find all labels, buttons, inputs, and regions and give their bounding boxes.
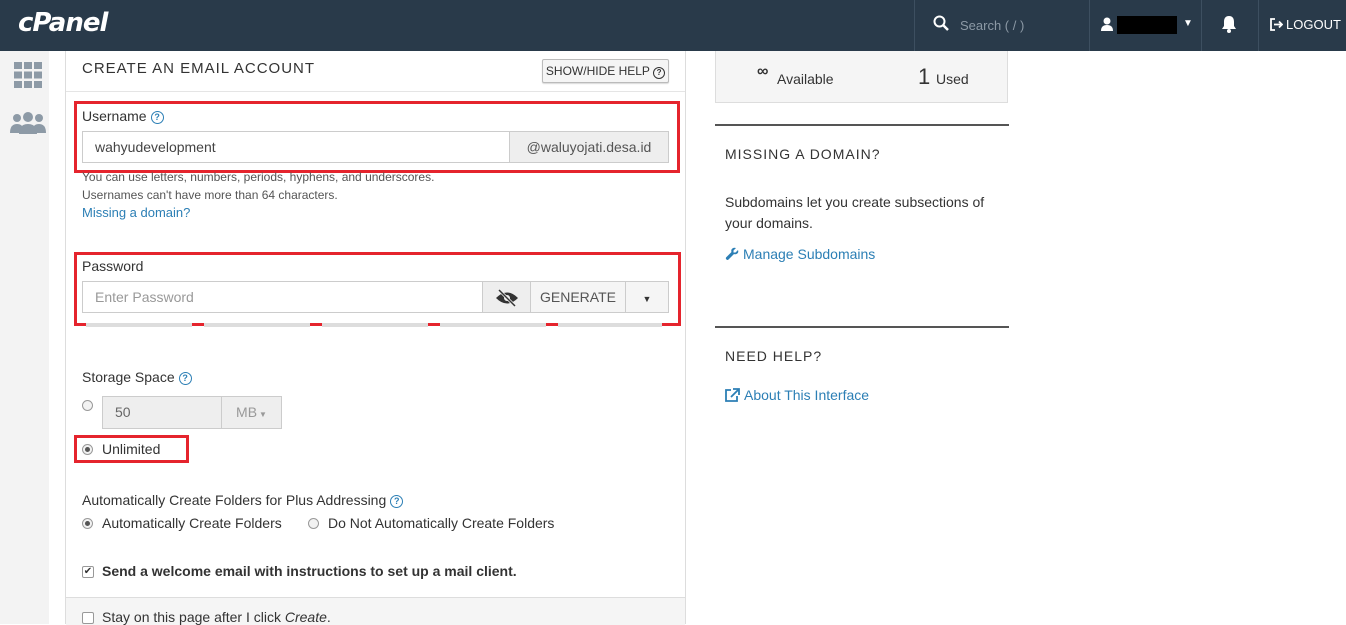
create-email-form: CREATE AN EMAIL ACCOUNT SHOW/HIDE HELP ?…: [65, 51, 686, 625]
storage-quota-input[interactable]: 50: [102, 396, 222, 429]
missing-domain-link[interactable]: Missing a domain?: [82, 205, 190, 220]
available-label: Available: [777, 71, 834, 87]
storage-unlimited-radio[interactable]: [82, 444, 93, 455]
sidebar-divider: [715, 326, 1009, 328]
title-divider: [66, 91, 685, 92]
help-toggle-label: SHOW/HIDE HELP: [545, 64, 650, 78]
caret-down-icon: ▼: [1183, 18, 1193, 29]
form-footer: Stay on this page after I click Create.: [66, 597, 685, 625]
password-strength-meter: [86, 323, 662, 327]
users-icon[interactable]: [10, 111, 46, 135]
sidebar-divider: [715, 124, 1009, 126]
logout-button[interactable]: LOGOUT: [1270, 17, 1341, 32]
domain-addon[interactable]: @waluyojati.desa.id: [509, 131, 669, 163]
search-input[interactable]: Search ( / ): [960, 18, 1024, 33]
username-help-icon[interactable]: ?: [150, 111, 164, 124]
storage-unit-dropdown[interactable]: MB ▼: [221, 396, 282, 429]
generate-options-dropdown[interactable]: ▼: [625, 281, 669, 313]
logout-icon: [1270, 18, 1283, 31]
storage-custom-radio[interactable]: [82, 400, 93, 411]
username-hint-1: You can use letters, numbers, periods, h…: [82, 170, 435, 184]
missing-domain-heading: MISSING A DOMAIN?: [725, 146, 881, 162]
stay-on-page-label: Stay on this page after I click Create.: [102, 609, 331, 625]
bell-icon: [1222, 16, 1236, 33]
show-hide-help-button[interactable]: SHOW/HIDE HELP ?: [542, 59, 669, 83]
caret-down-icon: ▼: [642, 294, 652, 304]
left-sidebar: [0, 51, 50, 624]
unlimited-label: Unlimited: [102, 441, 161, 457]
password-input[interactable]: Enter Password: [82, 281, 484, 313]
stay-on-page-checkbox[interactable]: [82, 612, 94, 624]
toggle-password-visibility-button[interactable]: [482, 281, 531, 313]
username-hint-2: Usernames can't have more than 64 charac…: [82, 188, 338, 202]
auto-create-folders-label: Automatically Create Folders: [102, 515, 282, 531]
search-icon: [933, 15, 949, 31]
form-title: CREATE AN EMAIL ACCOUNT: [82, 60, 316, 77]
user-menu[interactable]: ▼: [1089, 0, 1202, 51]
no-auto-create-folders-label: Do Not Automatically Create Folders: [328, 515, 555, 531]
plus-addressing-help-icon[interactable]: ?: [390, 495, 404, 508]
plus-addressing-label: Automatically Create Folders for Plus Ad…: [82, 492, 404, 508]
main-content: CREATE AN EMAIL ACCOUNT SHOW/HIDE HELP ?…: [49, 51, 1346, 625]
storage-label: Storage Space?: [82, 369, 192, 385]
auto-create-folders-radio[interactable]: [82, 518, 93, 529]
notifications-button[interactable]: [1202, 0, 1259, 51]
account-stats: ∞ Available 1 Used: [715, 51, 1008, 103]
welcome-email-checkbox[interactable]: ✔: [82, 566, 94, 578]
missing-domain-text: Subdomains let you create subsections of…: [725, 194, 985, 231]
caret-down-icon: ▼: [259, 410, 267, 419]
eye-slash-icon: [495, 288, 518, 308]
top-navbar: cPanel Search ( / ) ▼ LOGOUT: [0, 0, 1346, 51]
cpanel-logo[interactable]: cPanel: [18, 8, 108, 38]
username-redacted: [1117, 16, 1177, 34]
about-interface-link[interactable]: About This Interface: [725, 387, 869, 403]
user-icon: [1101, 17, 1113, 31]
storage-help-icon[interactable]: ?: [178, 372, 192, 385]
logout-label: LOGOUT: [1286, 17, 1341, 32]
password-label: Password: [82, 258, 144, 274]
grid-icon[interactable]: [14, 62, 42, 88]
need-help-heading: NEED HELP?: [725, 348, 823, 364]
username-label: Username?: [82, 108, 164, 124]
wrench-icon: [725, 247, 739, 260]
manage-subdomains-link[interactable]: Manage Subdomains: [725, 246, 875, 262]
search-box[interactable]: Search ( / ): [914, 0, 1090, 51]
infinity-icon: ∞: [757, 63, 769, 80]
no-auto-create-folders-radio[interactable]: [308, 518, 319, 529]
used-count: 1: [918, 64, 931, 89]
generate-password-button[interactable]: GENERATE: [530, 281, 626, 313]
used-label: Used: [936, 71, 969, 87]
help-circle-icon: ?: [653, 67, 666, 79]
external-link-icon: [725, 388, 740, 402]
username-input[interactable]: wahyudevelopment: [82, 131, 510, 163]
welcome-email-label: Send a welcome email with instructions t…: [102, 563, 517, 579]
